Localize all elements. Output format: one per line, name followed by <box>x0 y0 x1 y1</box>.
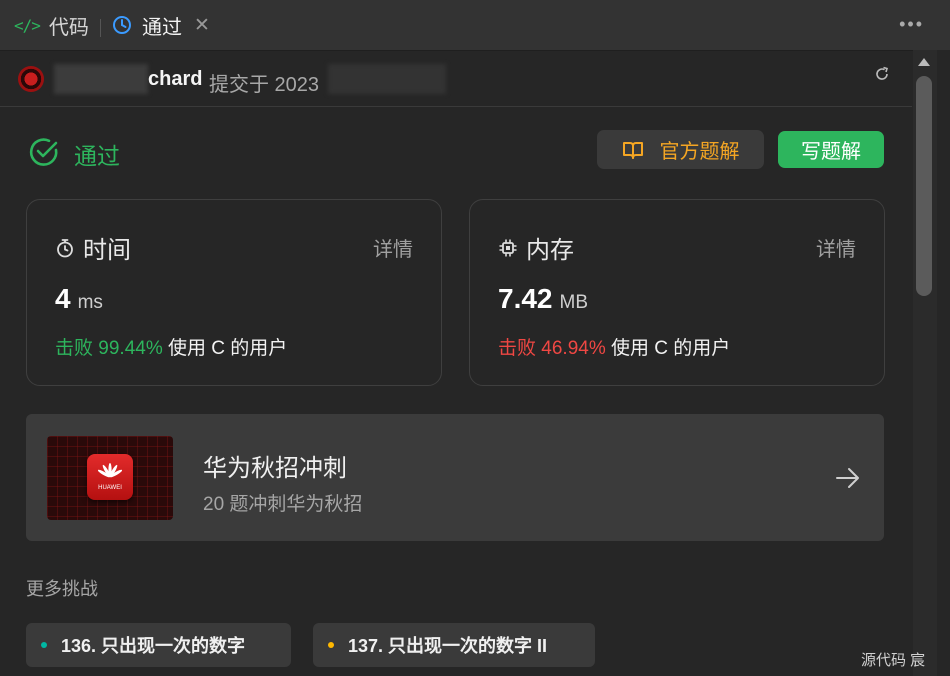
status-label: 通过 <box>74 143 120 169</box>
promo-subtitle: 20 题冲刺华为秋招 <box>203 494 363 515</box>
memory-value-row: 7.42 MB <box>498 283 588 315</box>
challenge-item[interactable]: 136. 只出现一次的数字 <box>26 623 291 667</box>
redacted-username <box>54 64 148 94</box>
challenge-item[interactable]: 137. 只出现一次的数字 II <box>313 623 595 667</box>
bottom-overlay-text: 源代码 宸 <box>861 652 926 669</box>
runtime-beat-row: 击败 99.44% 使用 C 的用户 <box>55 333 287 360</box>
tab-result[interactable]: 通过 ✕ <box>112 0 210 50</box>
clock-icon <box>113 16 131 34</box>
runtime-users-label: 使用 C 的用户 <box>168 338 288 359</box>
chip-icon <box>499 239 517 256</box>
memory-detail-link[interactable]: 详情 <box>816 233 856 262</box>
redacted-date <box>328 64 446 94</box>
memory-title: 内存 <box>526 237 574 264</box>
challenge-label: 136. 只出现一次的数字 <box>61 636 246 656</box>
challenge-label: 137. 只出现一次的数字 II <box>348 636 548 656</box>
arrow-right-icon[interactable] <box>835 465 861 491</box>
avatar[interactable] <box>18 66 44 92</box>
tab-code[interactable]: </> 代码 <box>14 0 89 50</box>
memory-beat-value: 46.94% <box>541 338 606 359</box>
scroll-up-arrow[interactable] <box>918 58 930 66</box>
code-icon: </> <box>14 15 41 35</box>
submission-bar: chard 提交于 2023 <box>0 50 912 107</box>
runtime-header: 时间 <box>55 230 131 265</box>
close-icon[interactable]: ✕ <box>194 14 210 37</box>
memory-value: 7.42 <box>498 283 553 314</box>
runtime-value: 4 <box>55 283 71 314</box>
memory-beat-label: 击败 <box>498 338 537 359</box>
tab-code-label: 代码 <box>48 16 89 39</box>
memory-card: 内存 详情 7.42 MB 击败 46.94% 使用 C 的用户 <box>469 199 885 386</box>
submission-username[interactable]: chard <box>148 68 202 91</box>
memory-users-label: 使用 C 的用户 <box>611 338 731 359</box>
book-icon <box>622 141 643 159</box>
panel-edge <box>937 50 950 676</box>
official-solution-label: 官方题解 <box>659 141 740 163</box>
stopwatch-icon <box>57 238 73 257</box>
runtime-value-row: 4 ms <box>55 283 103 315</box>
runtime-unit: ms <box>77 292 103 313</box>
scrollbar-thumb[interactable] <box>916 76 932 296</box>
refresh-icon[interactable] <box>874 66 890 82</box>
runtime-detail-link[interactable]: 详情 <box>373 233 413 262</box>
huawei-logo: HUAWEI <box>87 454 133 500</box>
runtime-beat-label: 击败 <box>55 338 94 359</box>
more-challenges-title: 更多挑战 <box>26 579 98 599</box>
official-solution-button[interactable]: 官方题解 <box>597 130 764 169</box>
runtime-beat-value: 99.44% <box>98 338 163 359</box>
promo-banner[interactable]: HUAWEI 华为秋招冲刺 20 题冲刺华为秋招 <box>26 414 884 541</box>
check-circle-icon <box>29 138 58 166</box>
promo-title: 华为秋招冲刺 <box>203 455 347 482</box>
memory-beat-row: 击败 46.94% 使用 C 的用户 <box>498 333 730 360</box>
memory-header: 内存 <box>498 230 574 265</box>
tab-result-label: 通过 <box>142 16 182 39</box>
memory-unit: MB <box>559 292 589 313</box>
difficulty-dot <box>41 642 47 648</box>
tab-separator <box>100 19 101 37</box>
promo-image: HUAWEI <box>47 436 173 520</box>
write-solution-button[interactable]: 写题解 <box>778 131 884 168</box>
write-solution-label: 写题解 <box>801 141 861 163</box>
huawei-logo-text: HUAWEI <box>98 485 122 491</box>
tab-bar: </> 代码 通过 ✕ ••• <box>0 0 950 51</box>
runtime-title: 时间 <box>83 237 131 264</box>
submission-meta: 提交于 2023 <box>209 74 320 96</box>
more-icon[interactable]: ••• <box>899 14 924 35</box>
runtime-card: 时间 详情 4 ms 击败 99.44% 使用 C 的用户 <box>26 199 442 386</box>
difficulty-dot <box>328 642 334 648</box>
